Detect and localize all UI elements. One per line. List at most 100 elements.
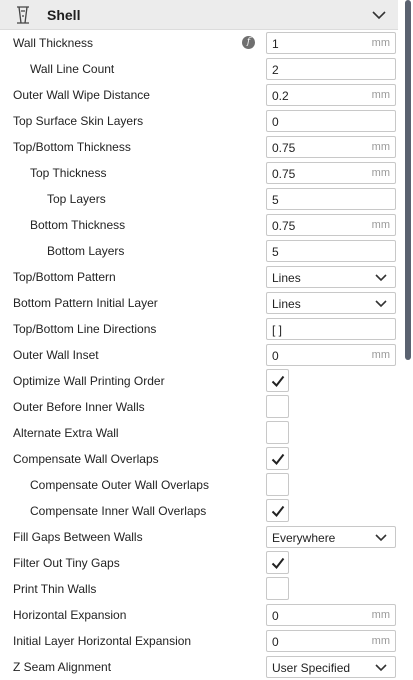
compensate-wall-overlaps-label: Compensate Wall Overlaps	[13, 452, 159, 466]
print-thin-walls-checkbox[interactable]	[266, 577, 289, 600]
alternate-extra-wall-checkbox[interactable]	[266, 421, 289, 444]
horizontal-expansion-input[interactable]: 0 mm	[266, 604, 396, 626]
wall-thickness-label: Wall Thickness	[13, 36, 94, 50]
outer-wall-inset-unit: mm	[371, 349, 390, 361]
fill-gaps-between-walls-select[interactable]: Everywhere	[266, 526, 396, 548]
top-bottom-line-directions-input[interactable]: [ ]	[266, 318, 396, 340]
z-seam-alignment-label: Z Seam Alignment	[13, 660, 112, 674]
top-surface-skin-layers-input[interactable]: 0	[266, 110, 396, 132]
wall-line-count-value: 2	[272, 63, 279, 77]
checkmark-icon	[271, 557, 285, 569]
shell-icon	[17, 6, 29, 24]
top-bottom-thickness-label: Top/Bottom Thickness	[13, 140, 131, 154]
wall-line-count-label: Wall Line Count	[30, 62, 115, 76]
print-thin-walls-label: Print Thin Walls	[13, 582, 97, 596]
setting-row-bottom-thickness: Bottom Thickness 0.75 mm	[0, 212, 400, 238]
chevron-down-icon	[375, 534, 387, 542]
optimize-wall-printing-order-checkbox[interactable]	[266, 369, 289, 392]
setting-row-z-seam-alignment: Z Seam Alignment User Specified	[0, 654, 400, 680]
setting-row-top-bottom-thickness: Top/Bottom Thickness 0.75 mm	[0, 134, 400, 160]
compensate-outer-wall-overlaps-checkbox[interactable]	[266, 473, 289, 496]
setting-row-top-bottom-pattern: Top/Bottom Pattern Lines	[0, 264, 400, 290]
filter-out-tiny-gaps-checkbox[interactable]	[266, 551, 289, 574]
compensate-wall-overlaps-checkbox[interactable]	[266, 447, 289, 470]
outer-wall-wipe-distance-unit: mm	[371, 89, 390, 101]
bottom-pattern-initial-layer-select[interactable]: Lines	[266, 292, 396, 314]
wall-line-count-input[interactable]: 2	[266, 58, 396, 80]
top-bottom-thickness-value: 0.75	[272, 141, 296, 155]
top-bottom-line-directions-value: [ ]	[272, 323, 283, 337]
top-surface-skin-layers-label: Top Surface Skin Layers	[13, 114, 144, 128]
setting-row-bottom-layers: Bottom Layers 5	[0, 238, 400, 264]
top-layers-value: 5	[272, 193, 279, 207]
wall-thickness-value: 1	[272, 37, 279, 51]
z-seam-alignment-select[interactable]: User Specified	[266, 656, 396, 678]
optimize-wall-printing-order-label: Optimize Wall Printing Order	[13, 374, 165, 388]
scrollbar[interactable]	[405, 0, 411, 360]
setting-row-top-bottom-line-directions: Top/Bottom Line Directions [ ]	[0, 316, 400, 342]
outer-wall-inset-input[interactable]: 0 mm	[266, 344, 396, 366]
setting-row-outer-wall-wipe-distance: Outer Wall Wipe Distance 0.2 mm	[0, 82, 400, 108]
setting-row-outer-before-inner-walls: Outer Before Inner Walls	[0, 394, 400, 420]
wall-thickness-input[interactable]: 1 mm	[266, 32, 396, 54]
chevron-down-icon	[375, 664, 387, 672]
initial-layer-horizontal-expansion-unit: mm	[371, 635, 390, 647]
top-thickness-value: 0.75	[272, 167, 296, 181]
setting-row-compensate-inner-wall-overlaps: Compensate Inner Wall Overlaps	[0, 498, 400, 524]
top-layers-label: Top Layers	[47, 192, 106, 206]
compensate-inner-wall-overlaps-checkbox[interactable]	[266, 499, 289, 522]
setting-row-alternate-extra-wall: Alternate Extra Wall	[0, 420, 400, 446]
top-layers-input[interactable]: 5	[266, 188, 396, 210]
section-title: Shell	[47, 7, 81, 23]
compensate-outer-wall-overlaps-label: Compensate Outer Wall Overlaps	[30, 478, 209, 492]
outer-before-inner-walls-checkbox[interactable]	[266, 395, 289, 418]
checkmark-icon	[271, 375, 285, 387]
bottom-pattern-initial-layer-label: Bottom Pattern Initial Layer	[13, 296, 158, 310]
setting-row-outer-wall-inset: Outer Wall Inset 0 mm	[0, 342, 400, 368]
setting-row-wall-line-count: Wall Line Count 2	[0, 56, 400, 82]
chevron-down-icon	[375, 274, 387, 282]
setting-row-optimize-wall-printing-order: Optimize Wall Printing Order	[0, 368, 400, 394]
top-bottom-thickness-unit: mm	[371, 141, 390, 153]
setting-row-print-thin-walls: Print Thin Walls	[0, 576, 400, 602]
compensate-inner-wall-overlaps-label: Compensate Inner Wall Overlaps	[30, 504, 207, 518]
bottom-thickness-label: Bottom Thickness	[30, 218, 126, 232]
bottom-thickness-unit: mm	[371, 219, 390, 231]
top-bottom-pattern-label: Top/Bottom Pattern	[13, 270, 116, 284]
setting-row-top-layers: Top Layers 5	[0, 186, 400, 212]
setting-row-compensate-outer-wall-overlaps: Compensate Outer Wall Overlaps	[0, 472, 400, 498]
setting-row-top-thickness: Top Thickness 0.75 mm	[0, 160, 400, 186]
alternate-extra-wall-label: Alternate Extra Wall	[13, 426, 119, 440]
top-bottom-thickness-input[interactable]: 0.75 mm	[266, 136, 396, 158]
top-bottom-line-directions-label: Top/Bottom Line Directions	[13, 322, 157, 336]
chevron-down-icon[interactable]	[372, 10, 386, 20]
wall-thickness-unit: mm	[371, 37, 390, 49]
setting-row-wall-thickness: Wall Thickness f 1 mm	[0, 30, 400, 56]
initial-layer-horizontal-expansion-value: 0	[272, 635, 279, 649]
top-bottom-pattern-value: Lines	[272, 271, 301, 285]
setting-row-fill-gaps-between-walls: Fill Gaps Between Walls Everywhere	[0, 524, 400, 550]
top-thickness-input[interactable]: 0.75 mm	[266, 162, 396, 184]
outer-wall-wipe-distance-input[interactable]: 0.2 mm	[266, 84, 396, 106]
top-surface-skin-layers-value: 0	[272, 115, 279, 129]
horizontal-expansion-value: 0	[272, 609, 279, 623]
bottom-pattern-initial-layer-value: Lines	[272, 297, 301, 311]
setting-row-initial-layer-horizontal-expansion: Initial Layer Horizontal Expansion 0 mm	[0, 628, 400, 654]
z-seam-alignment-value: User Specified	[272, 661, 351, 675]
initial-layer-horizontal-expansion-input[interactable]: 0 mm	[266, 630, 396, 652]
function-icon[interactable]: f	[242, 36, 255, 49]
top-bottom-pattern-select[interactable]: Lines	[266, 266, 396, 288]
outer-wall-wipe-distance-label: Outer Wall Wipe Distance	[13, 88, 150, 102]
setting-row-compensate-wall-overlaps: Compensate Wall Overlaps	[0, 446, 400, 472]
chevron-down-icon	[375, 300, 387, 308]
bottom-thickness-input[interactable]: 0.75 mm	[266, 214, 396, 236]
bottom-layers-input[interactable]: 5	[266, 240, 396, 262]
horizontal-expansion-unit: mm	[371, 609, 390, 621]
initial-layer-horizontal-expansion-label: Initial Layer Horizontal Expansion	[13, 634, 192, 648]
checkmark-icon	[271, 453, 285, 465]
shell-section-header[interactable]: Shell	[0, 0, 398, 30]
setting-row-top-surface-skin-layers: Top Surface Skin Layers 0	[0, 108, 400, 134]
bottom-thickness-value: 0.75	[272, 219, 296, 233]
filter-out-tiny-gaps-label: Filter Out Tiny Gaps	[13, 556, 120, 570]
setting-row-horizontal-expansion: Horizontal Expansion 0 mm	[0, 602, 400, 628]
